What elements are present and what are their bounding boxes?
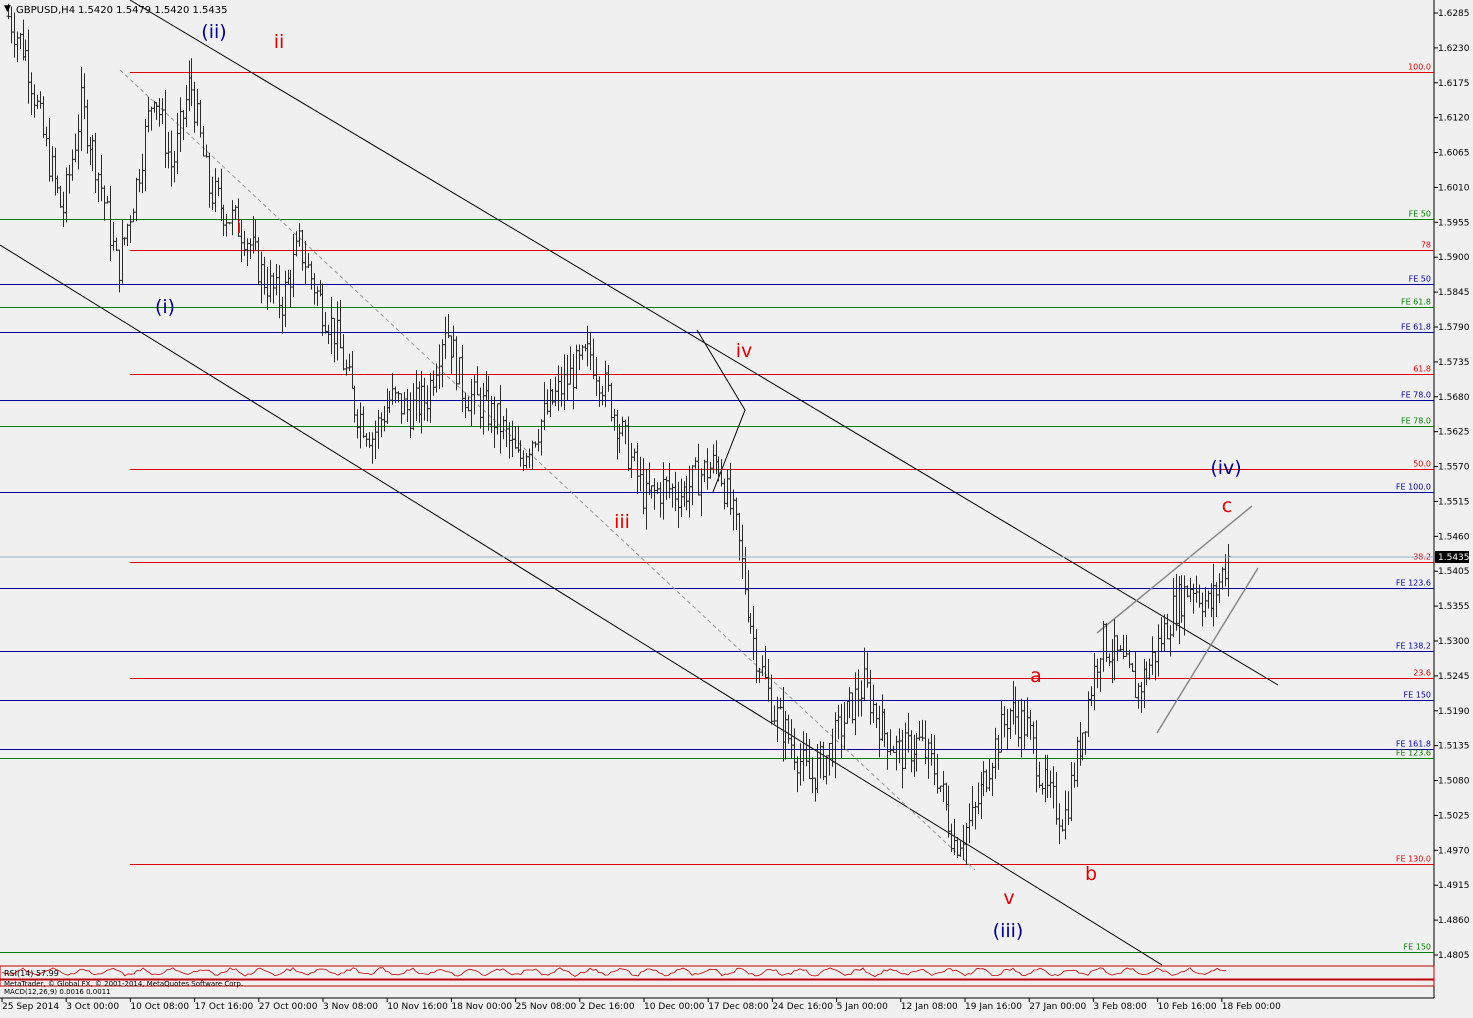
time-tick-label: 10 Feb 16:00 (1158, 1002, 1217, 1012)
wave-label: c (1222, 495, 1232, 517)
fib-level-label: FE 138.2 (1396, 642, 1431, 651)
time-tick-label: 12 Jan 08:00 (901, 1002, 958, 1012)
price-tick-label: 1.5300 (1438, 637, 1470, 647)
price-tick-label: 1.6065 (1438, 149, 1470, 159)
macd-label: MACD(12,26,9) 0.0016 0.0011 (4, 988, 111, 996)
fib-level-label: FE 123.6 (1396, 749, 1431, 758)
time-tick-label: 18 Feb 00:00 (1222, 1002, 1281, 1012)
price-tick-label: 1.5625 (1438, 428, 1470, 438)
fib-level-label: FE 130.0 (1396, 855, 1431, 864)
trading-chart-window[interactable]: 100.0 FE 50 78 FE 50 FE 61.8 FE 61.8 61.8 FE 78… (0, 0, 1473, 1014)
fib-level-label: 50.0 (1413, 460, 1431, 469)
price-tick-label: 1.4915 (1438, 881, 1470, 891)
fib-level-label: FE 78.0 (1401, 391, 1431, 400)
time-tick-label: 27 Oct 00:00 (259, 1002, 318, 1012)
price-tick-label: 1.5570 (1438, 463, 1470, 473)
wave-label: (iv) (1210, 457, 1241, 479)
price-tick-label: 1.5405 (1438, 567, 1470, 577)
time-tick-label: 10 Nov 16:00 (387, 1002, 448, 1012)
fib-level-label: FE 50 (1409, 210, 1431, 219)
price-tick-label: 1.5080 (1438, 777, 1470, 787)
fib-level-label: 100.0 (1408, 63, 1431, 72)
price-tick-label: 1.4860 (1438, 916, 1470, 926)
wave-label: ii (274, 31, 285, 53)
rsi-panel[interactable] (0, 965, 1435, 980)
time-tick-label: 27 Jan 00:00 (1029, 1002, 1086, 1012)
fib-level-label: 23.6 (1413, 669, 1431, 678)
price-tick-label: 1.5460 (1438, 532, 1470, 542)
time-tick-label: 10 Oct 08:00 (130, 1002, 189, 1012)
fib-level-label: FE 61.8 (1401, 298, 1431, 307)
fib-level-label: FE 50 (1409, 275, 1431, 284)
fib-level-label: FE 150 (1404, 691, 1431, 700)
wave-label: (ii) (201, 21, 226, 43)
time-tick-label: 3 Feb 08:00 (1093, 1002, 1147, 1012)
price-tick-label: 1.5025 (1438, 811, 1470, 821)
wave-label: v (1003, 887, 1014, 909)
price-tick-label: 1.5355 (1438, 602, 1470, 612)
price-tick-label: 1.5680 (1438, 393, 1470, 403)
time-tick-label: 17 Oct 16:00 (195, 1002, 254, 1012)
time-tick-label: 24 Dec 16:00 (772, 1002, 833, 1012)
price-tick-label: 1.5190 (1438, 707, 1470, 717)
price-tick-label: 1.5135 (1438, 742, 1470, 752)
time-tick-label: 19 Jan 16:00 (965, 1002, 1022, 1012)
wave-label: iv (736, 340, 753, 362)
current-price-label: 1.5435 (1438, 553, 1470, 563)
fib-level-label: 78 (1421, 241, 1431, 250)
wave-label: (iii) (993, 920, 1024, 942)
rsi-label: RSI(14) 57.99 (4, 969, 59, 978)
wave-label: iii (614, 511, 630, 533)
price-tick-label: 1.5515 (1438, 497, 1470, 507)
time-tick-label: 18 Nov 00:00 (451, 1002, 512, 1012)
fib-level-label: FE 123.6 (1396, 579, 1431, 588)
fib-level-label: FE 100.0 (1396, 483, 1431, 492)
price-tick-label: 1.6120 (1438, 114, 1470, 124)
price-tick-label: 1.5735 (1438, 358, 1470, 368)
fib-level-label: FE 78.0 (1401, 417, 1431, 426)
chart-header-icon: ▼ (4, 4, 11, 14)
time-tick-label: 3 Oct 00:00 (66, 1002, 119, 1012)
time-tick-label: 17 Dec 08:00 (708, 1002, 769, 1012)
price-tick-label: 1.6175 (1438, 79, 1470, 89)
fib-level-label: 61.8 (1413, 365, 1431, 374)
price-tick-label: 1.6285 (1438, 9, 1470, 19)
time-tick-label: 25 Nov 08:00 (516, 1002, 577, 1012)
price-tick-label: 1.6230 (1438, 44, 1470, 54)
price-tick-label: 1.5845 (1438, 288, 1470, 298)
time-tick-label: 5 Jan 00:00 (837, 1002, 889, 1012)
wave-label: i (236, 216, 241, 238)
price-chart[interactable]: 100.0 FE 50 78 FE 50 FE 61.8 FE 61.8 61.8 FE 78… (0, 0, 1473, 1014)
time-tick-label: 25 Sep 2014 (2, 1002, 59, 1012)
price-tick-label: 1.5790 (1438, 323, 1470, 333)
fib-level-label: FE 150 (1404, 943, 1431, 952)
price-tick-label: 1.5900 (1438, 253, 1470, 263)
copyright-label: MetaTrader, © Global FX, © 2001-2014, Me… (4, 980, 243, 988)
time-tick-label: 3 Nov 08:00 (323, 1002, 378, 1012)
time-tick-label: 2 Dec 16:00 (580, 1002, 635, 1012)
wave-label: b (1085, 863, 1097, 885)
price-tick-label: 1.5955 (1438, 218, 1470, 228)
chart-ohlc-values: 1.5420 1.5479 1.5420 1.5435 (78, 5, 228, 16)
price-tick-label: 1.4805 (1438, 951, 1470, 961)
time-tick-label: 10 Dec 00:00 (644, 1002, 705, 1012)
fib-level-label: FE 161.8 (1396, 740, 1431, 749)
fib-level-label: FE 61.8 (1401, 323, 1431, 332)
chart-symbol-label: GBPUSD,H4 (16, 5, 75, 16)
price-tick-label: 1.4970 (1438, 846, 1470, 856)
price-tick-label: 1.6010 (1438, 183, 1470, 193)
price-tick-label: 1.5245 (1438, 672, 1470, 682)
wave-label: a (1030, 665, 1042, 687)
wave-label: (i) (155, 296, 175, 318)
